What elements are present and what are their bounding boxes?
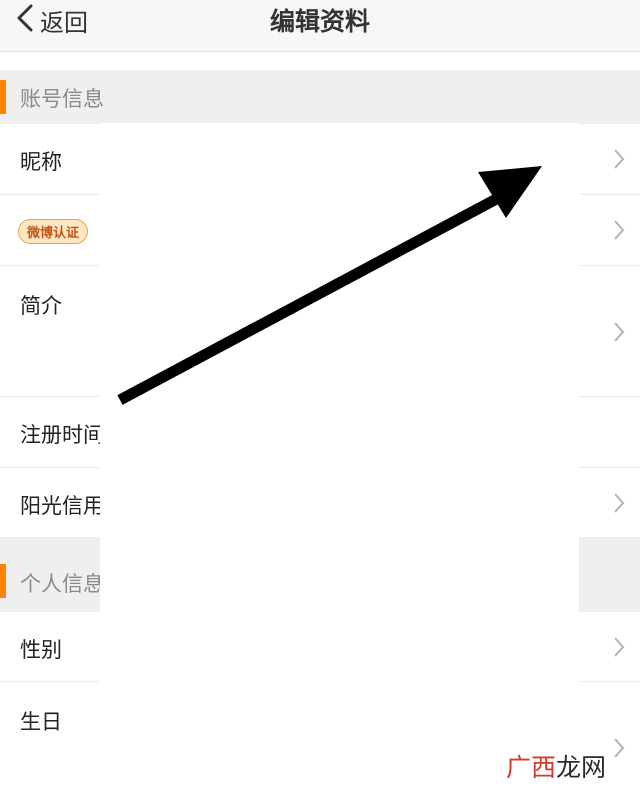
row-label-nickname: 昵称 bbox=[20, 150, 62, 174]
overlay-panel bbox=[100, 123, 579, 793]
navigation-bar: 返回 编辑资料 bbox=[0, 0, 640, 52]
chevron-right-icon bbox=[612, 636, 626, 658]
section-label-personal: 个人信息 bbox=[20, 572, 104, 596]
section-accent-bar bbox=[0, 80, 6, 114]
row-label-register-time: 注册时间 bbox=[20, 423, 104, 447]
row-label-bio: 简介 bbox=[20, 294, 62, 318]
chevron-right-icon bbox=[612, 737, 626, 759]
section-accent-bar bbox=[0, 564, 6, 598]
watermark-part2: 龙网 bbox=[555, 753, 606, 782]
watermark: 广西 龙网 bbox=[506, 746, 606, 786]
chevron-right-icon bbox=[612, 492, 626, 514]
section-header-account: 账号信息 bbox=[0, 70, 640, 124]
row-label-sunshine-credit: 阳光信用 bbox=[20, 494, 104, 518]
chevron-right-icon bbox=[612, 321, 626, 343]
chevron-right-icon bbox=[612, 219, 626, 241]
page-title: 编辑资料 bbox=[269, 7, 370, 36]
watermark-part1: 广西 bbox=[505, 753, 556, 782]
chevron-right-icon bbox=[612, 148, 626, 170]
row-label-birthday: 生日 bbox=[20, 710, 62, 734]
section-label-account: 账号信息 bbox=[20, 87, 104, 111]
row-label-gender: 性别 bbox=[20, 638, 62, 662]
edit-profile-screen: 返回 编辑资料 账号信息 昵称 微博认证 简介 注册时间 阳光信用 个人信息 性… bbox=[0, 0, 640, 793]
weibo-verify-badge: 微博认证 bbox=[18, 219, 89, 244]
